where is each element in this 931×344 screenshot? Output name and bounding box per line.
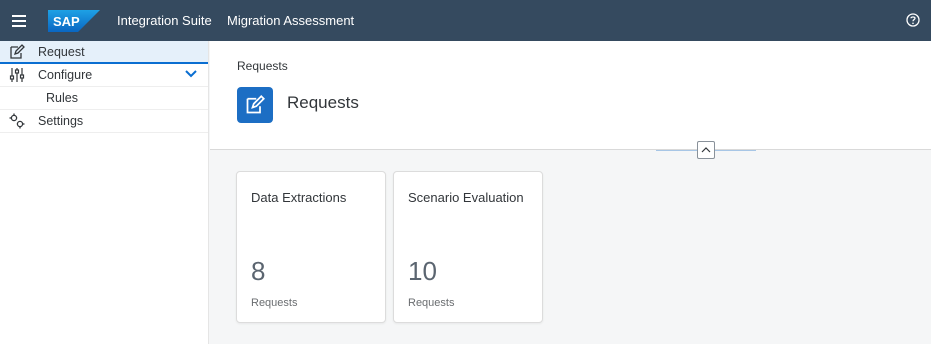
- collapse-header-button[interactable]: [697, 141, 715, 159]
- menu-icon[interactable]: [8, 0, 30, 41]
- page-title-shell: Migration Assessment: [227, 13, 355, 28]
- nav-item-request[interactable]: Request: [0, 41, 208, 64]
- app-title: Integration Suite: [117, 13, 212, 28]
- page-header: Requests Requests: [210, 41, 931, 150]
- tile-unit: Requests: [251, 297, 298, 309]
- side-navigation: Request Configure Rules Settings: [0, 41, 209, 344]
- sap-logo[interactable]: SAP: [48, 9, 100, 32]
- chevron-up-icon: [701, 147, 711, 153]
- tile-title: Data Extractions: [251, 190, 347, 205]
- gears-icon: [8, 112, 26, 130]
- tile-scenario-evaluation[interactable]: Scenario Evaluation 10 Requests: [393, 171, 543, 323]
- nav-item-label: Settings: [38, 114, 84, 128]
- nav-item-settings[interactable]: Settings: [0, 110, 208, 133]
- edit-icon: [237, 87, 273, 123]
- nav-item-configure[interactable]: Configure: [0, 64, 208, 87]
- tile-data-extractions[interactable]: Data Extractions 8 Requests: [236, 171, 386, 323]
- breadcrumb[interactable]: Requests: [237, 59, 288, 73]
- nav-item-label: Request: [38, 44, 85, 59]
- help-icon[interactable]: [903, 10, 923, 30]
- chevron-down-icon[interactable]: [184, 67, 198, 84]
- shell-bar: SAP Integration Suite: [0, 0, 931, 41]
- tile-unit: Requests: [408, 297, 455, 309]
- nav-item-rules[interactable]: Rules: [0, 87, 208, 110]
- nav-item-label: Configure: [38, 68, 93, 82]
- tile-title: Scenario Evaluation: [408, 190, 524, 205]
- nav-item-label: Rules: [46, 91, 78, 105]
- sliders-icon: [8, 66, 26, 84]
- logo-text: SAP: [53, 14, 80, 29]
- page-title: Requests: [287, 93, 359, 112]
- tile-value: 10: [408, 256, 437, 286]
- tile-value: 8: [251, 256, 266, 286]
- edit-icon: [8, 43, 26, 61]
